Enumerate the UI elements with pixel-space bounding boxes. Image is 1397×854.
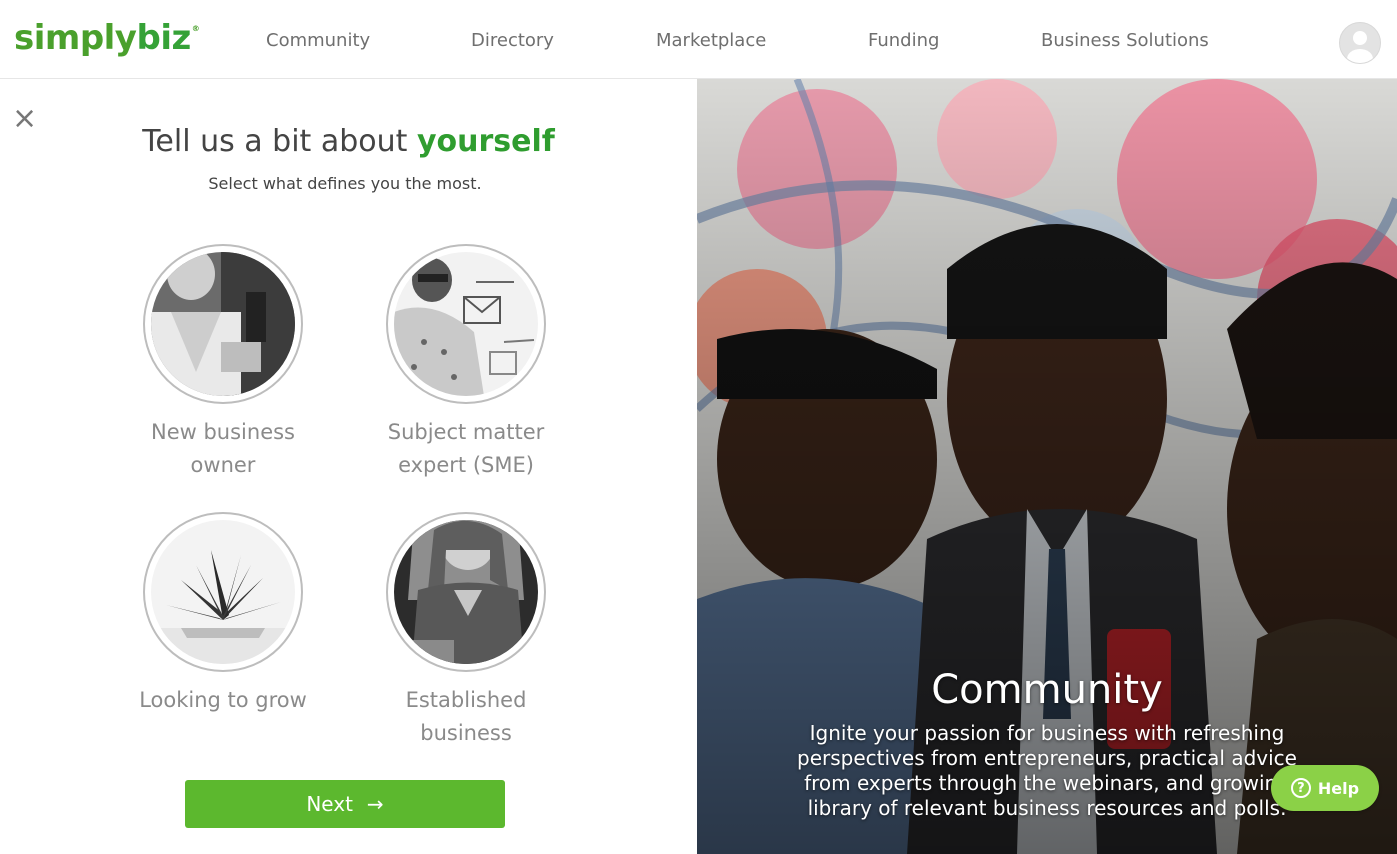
option-subject-matter-expert[interactable]: Subject matter expert (SME) <box>356 244 576 482</box>
whiteboard-photo-icon <box>394 252 538 396</box>
option-label-line2: expert (SME) <box>398 453 534 477</box>
nav-directory[interactable]: Directory <box>471 30 554 51</box>
nav-marketplace[interactable]: Marketplace <box>656 30 766 51</box>
option-looking-to-grow[interactable]: Looking to grow <box>113 512 333 717</box>
page-subtitle: Select what defines you the most. <box>208 174 482 193</box>
hero-description: Ignite your passion for business with re… <box>797 721 1297 820</box>
top-nav-bar: simplybiz® Community Directory Marketpla… <box>0 0 1397 79</box>
option-label: New business owner <box>113 416 333 482</box>
title-accent: yourself <box>416 124 555 159</box>
option-label: Subject matter expert (SME) <box>356 416 576 482</box>
option-established-business[interactable]: Established business <box>356 512 576 750</box>
option-label-line2: business <box>420 721 512 745</box>
option-circle <box>386 244 546 404</box>
option-label: Established business <box>356 684 576 750</box>
option-label-line1: Subject matter <box>387 420 545 444</box>
nav-funding[interactable]: Funding <box>868 30 939 51</box>
option-circle <box>143 512 303 672</box>
help-button-label: Help <box>1317 778 1360 798</box>
arrow-right-icon: → <box>366 792 384 816</box>
hero-title: Community <box>931 667 1163 713</box>
nav-business-solutions[interactable]: Business Solutions <box>1041 30 1209 51</box>
user-avatar[interactable] <box>1339 22 1381 64</box>
option-circle <box>143 244 303 404</box>
option-label-line1: Established <box>405 688 527 712</box>
option-label-line1: Looking to grow <box>139 688 307 712</box>
logo-registered-mark: ® <box>191 24 200 33</box>
logo-text-simply: simply <box>14 18 137 58</box>
title-prefix: Tell us a bit about <box>142 124 417 159</box>
logo-text-biz: biz <box>136 18 191 58</box>
option-label-line2: owner <box>190 453 256 477</box>
help-button[interactable]: ? Help <box>1271 765 1379 811</box>
option-label: Looking to grow <box>113 684 333 717</box>
help-question-icon: ? <box>1290 778 1311 798</box>
simplybiz-logo[interactable]: simplybiz® <box>14 18 200 58</box>
page-title: Tell us a bit about yourself <box>0 124 697 159</box>
option-label-line1: New business <box>150 420 295 444</box>
next-button-label: Next <box>306 792 353 816</box>
next-button[interactable]: Next → <box>185 780 505 828</box>
user-silhouette-icon <box>1347 31 1373 63</box>
woman-photo-icon <box>394 520 538 664</box>
option-circle <box>386 512 546 672</box>
plant-photo-icon <box>151 520 295 664</box>
nav-community[interactable]: Community <box>266 30 370 51</box>
person-photo-icon <box>151 252 295 396</box>
hero-image-panel: Community Ignite your passion for busine… <box>697 79 1397 854</box>
option-new-business-owner[interactable]: New business owner <box>113 244 333 482</box>
